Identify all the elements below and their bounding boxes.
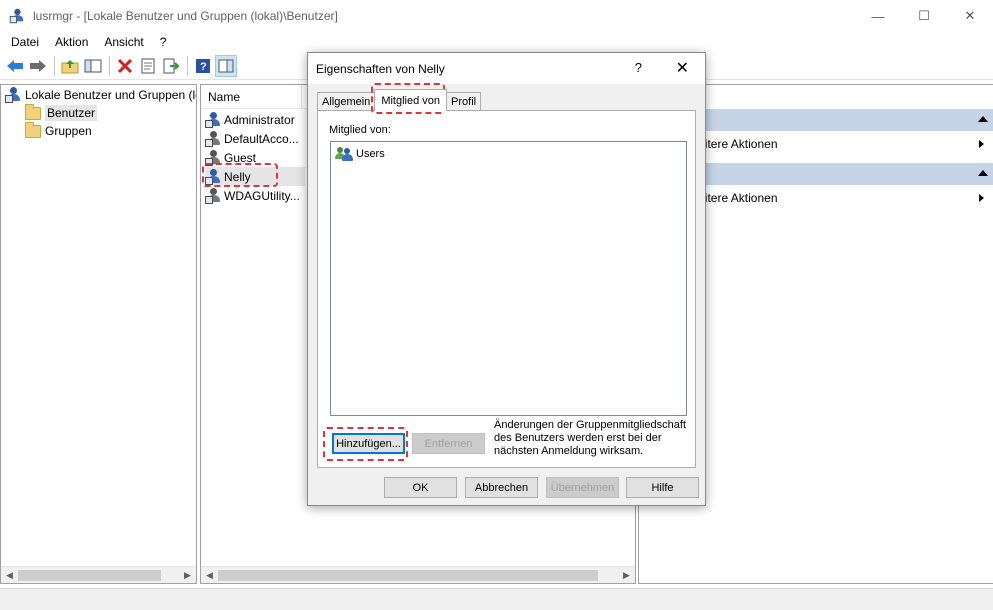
member-of-label: Mitglied von:	[329, 124, 391, 136]
collapse-icon[interactable]	[978, 116, 988, 122]
list-horizontal-scrollbar[interactable]: ◀ ▶	[201, 566, 635, 583]
ok-button[interactable]: OK	[384, 477, 457, 498]
tree-item-label: Gruppen	[45, 124, 92, 138]
tree-item-label: Benutzer	[45, 105, 98, 121]
folder-icon	[25, 121, 41, 138]
membership-info-text: Änderungen der Gruppenmitgliedschaft des…	[494, 419, 687, 457]
menu-bar: Datei Aktion Ansicht ?	[0, 32, 993, 52]
export-icon[interactable]	[160, 55, 182, 77]
user-icon	[205, 168, 221, 185]
list-item-wdagutility[interactable]: WDAGUtility...	[205, 186, 305, 205]
menu-datei[interactable]: Datei	[0, 35, 47, 49]
dialog-tabs: Allgemein Mitglied von Profil	[317, 89, 482, 111]
help-button[interactable]: Hilfe	[626, 477, 699, 498]
dialog-help-button[interactable]: ?	[635, 60, 642, 75]
back-icon[interactable]	[4, 55, 26, 77]
tab-profil[interactable]: Profil	[446, 92, 482, 111]
list-item-label: WDAGUtility...	[224, 188, 300, 203]
delete-icon[interactable]	[114, 55, 136, 77]
svg-text:?: ?	[200, 61, 207, 73]
maximize-button[interactable]: ☐	[901, 0, 947, 32]
apply-button[interactable]: Übernehmen	[546, 477, 619, 498]
window-titlebar: lusrmgr - [Lokale Benutzer und Gruppen (…	[0, 0, 993, 32]
show-hide-tree-icon[interactable]	[82, 55, 104, 77]
dialog-title: Eigenschaften von Nelly	[316, 61, 445, 76]
toolbar-separator	[109, 56, 110, 76]
remove-button[interactable]: Entfernen	[412, 433, 485, 454]
tree-root-label: Lokale Benutzer und Gruppen (lokal)	[25, 88, 196, 102]
properties-icon[interactable]	[137, 55, 159, 77]
folder-up-icon[interactable]	[59, 55, 81, 77]
add-button[interactable]: Hinzufügen...	[332, 433, 405, 454]
tab-mitglied-von[interactable]: Mitglied von	[374, 89, 448, 111]
list-item-label: Guest	[224, 150, 257, 165]
toolbar-separator	[187, 56, 188, 76]
tab-panel: Mitglied von: Users	[317, 110, 696, 468]
collapse-icon[interactable]	[978, 170, 988, 176]
list-item-label: DefaultAcco...	[224, 131, 299, 146]
member-of-list[interactable]: Users	[330, 141, 687, 416]
column-header-name[interactable]: Name	[201, 85, 302, 109]
user-disabled-icon	[205, 187, 221, 204]
menu-help[interactable]: ?	[152, 35, 175, 49]
scroll-thumb[interactable]	[18, 570, 161, 581]
user-disabled-icon	[205, 149, 221, 166]
window-title: lusrmgr - [Lokale Benutzer und Gruppen (…	[33, 9, 338, 23]
help-icon[interactable]: ?	[192, 55, 214, 77]
list-item-nelly[interactable]: Nelly	[205, 167, 305, 186]
member-label: Users	[356, 148, 385, 160]
toolbar-separator	[54, 56, 55, 76]
show-hide-action-pane-icon[interactable]	[215, 55, 237, 77]
list-item-defaultaccount[interactable]: DefaultAcco...	[205, 129, 305, 148]
minimize-button[interactable]: —	[855, 0, 901, 32]
cancel-button[interactable]: Abbrechen	[465, 477, 538, 498]
list-item-guest[interactable]: Guest	[205, 148, 305, 167]
tree-item-benutzer[interactable]: Benutzer	[25, 103, 98, 122]
scroll-right-icon[interactable]: ▶	[179, 567, 196, 583]
group-icon	[335, 146, 353, 162]
list-item-users[interactable]: Users	[335, 146, 385, 162]
status-bar	[0, 588, 993, 610]
submenu-arrow-icon	[979, 194, 984, 202]
scroll-left-icon[interactable]: ◀	[201, 567, 218, 583]
tree-root[interactable]: Lokale Benutzer und Gruppen (lokal)	[5, 86, 196, 104]
submenu-arrow-icon	[979, 140, 984, 148]
close-window-button[interactable]: ✕	[947, 0, 993, 32]
list-item-label: Nelly	[224, 169, 251, 184]
app-icon	[9, 8, 25, 24]
scroll-left-icon[interactable]: ◀	[1, 567, 18, 583]
tree-pane: Lokale Benutzer und Gruppen (lokal) Benu…	[0, 84, 197, 584]
forward-icon[interactable]	[27, 55, 49, 77]
tab-allgemein[interactable]: Allgemein	[317, 92, 376, 111]
dialog-titlebar: Eigenschaften von Nelly ? ✕	[308, 53, 705, 84]
scroll-thumb[interactable]	[218, 570, 598, 581]
tree-horizontal-scrollbar[interactable]: ◀ ▶	[1, 566, 196, 583]
menu-aktion[interactable]: Aktion	[47, 35, 96, 49]
user-icon	[205, 111, 221, 128]
dialog-close-button[interactable]: ✕	[676, 58, 689, 78]
list-item-administrator[interactable]: Administrator	[205, 110, 305, 129]
scroll-right-icon[interactable]: ▶	[618, 567, 635, 583]
local-users-groups-icon	[5, 87, 21, 103]
list-item-label: Administrator	[224, 112, 295, 127]
tree-item-gruppen[interactable]: Gruppen	[25, 121, 92, 140]
menu-ansicht[interactable]: Ansicht	[96, 35, 151, 49]
properties-dialog: Eigenschaften von Nelly ? ✕ Allgemein Mi…	[307, 52, 706, 506]
user-disabled-icon	[205, 130, 221, 147]
folder-icon	[25, 103, 41, 120]
